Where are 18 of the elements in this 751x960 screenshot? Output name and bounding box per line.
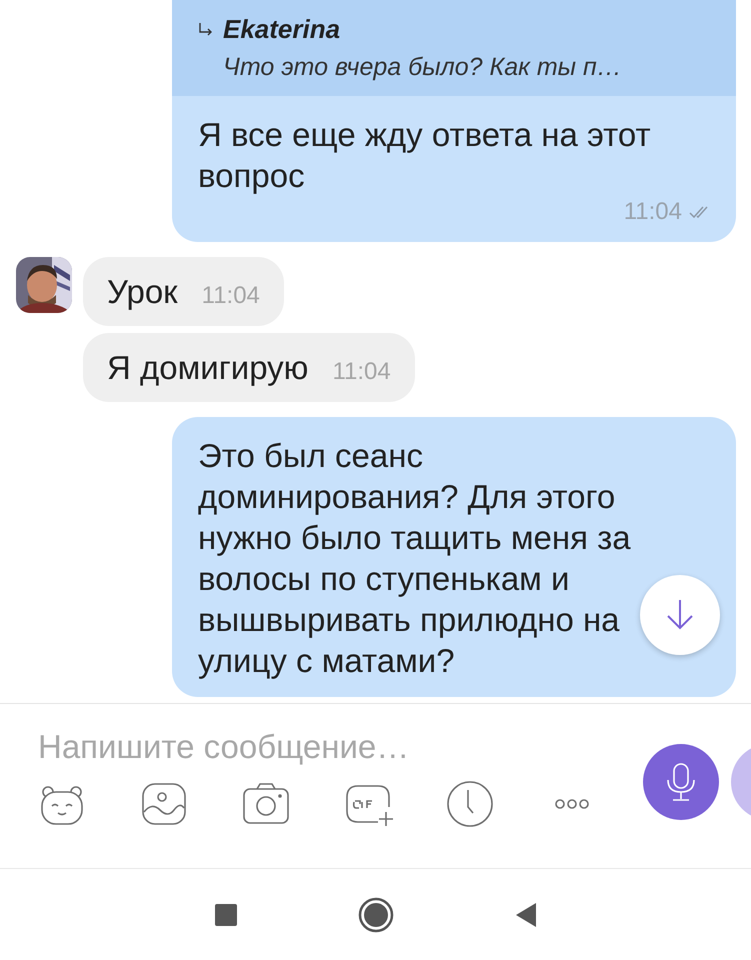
clock-icon[interactable]	[444, 780, 496, 828]
square-icon	[214, 902, 238, 926]
quoted-author: Ekaterina	[223, 14, 340, 45]
back-button[interactable]	[514, 902, 538, 928]
message-text: Это был сеанс доминирования? Для этого нужно было тащить меня за волосы по ступенькам и вышвыривать прилюдно на улицу с матами?	[198, 436, 631, 681]
recents-button[interactable]	[214, 902, 238, 926]
message-time: 11:04	[624, 198, 682, 226]
message-text: Урок	[107, 272, 178, 312]
home-icon	[358, 896, 394, 932]
home-button[interactable]	[358, 896, 394, 932]
reply-arrow-icon	[198, 22, 213, 37]
message-time: 11:04	[332, 358, 391, 386]
message-text: Я все еще жду ответа на этот вопрос	[198, 115, 651, 196]
message-input[interactable]: Напишите сообщение…	[38, 728, 598, 766]
back-icon	[514, 902, 538, 928]
quoted-text: Что это вчера было? Как ты п…	[222, 53, 623, 82]
message-text: Я домигирую	[107, 348, 308, 388]
message-time: 11:04	[202, 282, 260, 310]
